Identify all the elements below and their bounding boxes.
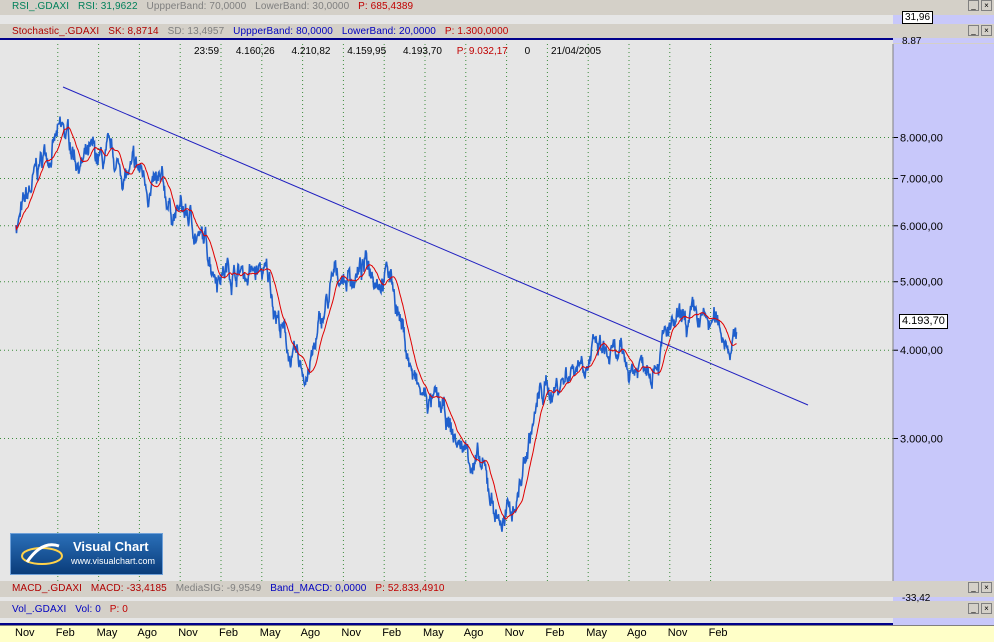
stoch-lower: LowerBand: 20,0000 <box>341 26 436 37</box>
x-tick-label: Feb <box>219 627 238 639</box>
x-tick-label: May <box>259 627 281 639</box>
x-tick-label: Ago <box>627 627 647 639</box>
vol-window-buttons: _ × <box>968 603 992 614</box>
x-tick-label: Feb <box>55 627 75 639</box>
logo-icon <box>21 543 63 565</box>
price-time: 23:59 <box>194 46 220 57</box>
macd-header: MACD_.GDAXI MACD: -33,4185 MediaSIG: -9,… <box>0 582 994 597</box>
close-icon[interactable]: × <box>981 25 992 36</box>
stoch-name[interactable]: Stochastic_.GDAXI <box>12 26 99 37</box>
minimize-icon[interactable]: _ <box>968 0 979 11</box>
stoch-sd: SD: 13,4957 <box>167 26 225 37</box>
rsi-name[interactable]: RSI_.GDAXI <box>12 1 69 12</box>
x-tick-label: Nov <box>15 627 35 639</box>
time-axis[interactable]: Nov Feb May Ago Nov Feb May Ago Nov Feb May Ago Nov F… <box>0 625 994 642</box>
macd-pane[interactable] <box>0 597 893 601</box>
price-low: 4.159,95 <box>347 46 387 57</box>
x-tick-label: May <box>586 627 607 639</box>
rsi-value: RSI: 31,9622 <box>78 1 138 12</box>
y-tick-label: 5.000,00 <box>900 277 943 289</box>
vol-scale <box>893 618 994 625</box>
close-icon[interactable]: × <box>981 0 992 11</box>
stoch-window-buttons: _ × <box>968 25 992 36</box>
macd-value: MACD: -33,4185 <box>90 583 167 594</box>
price-p: P: 9.032,17 <box>456 46 508 57</box>
price-header: 23:59 4.160,26 4.210,82 4.159,95 4.193,7… <box>194 46 601 57</box>
minimize-icon[interactable]: _ <box>968 603 979 614</box>
x-tick-label: May <box>423 627 444 639</box>
trendline <box>62 86 809 406</box>
price-chart[interactable]: 3.000,00 4.000,00 5.000,00 6.000,00 7.000,00… <box>0 44 994 581</box>
x-tick-label: Ago <box>463 627 484 639</box>
rsi-header: RSI_.GDAXI RSI: 31,9622 UppperBand: 70,0… <box>0 0 994 15</box>
moving-average-line <box>15 126 737 520</box>
x-tick-label: Feb <box>545 627 565 639</box>
visual-chart-logo: Visual Chart www.visualchart.com <box>10 533 163 575</box>
y-tick-label: 8.000,00 <box>900 133 943 145</box>
price-vol: 0 <box>524 46 531 57</box>
vol-header: Vol_.GDAXI Vol: 0 P: 0 _ × <box>0 603 994 618</box>
x-tick-label: Nov <box>504 627 525 639</box>
x-tick-label: Nov <box>341 627 361 639</box>
price-high: 4.210,82 <box>291 46 331 57</box>
rsi-lower: LowerBand: 30,0000 <box>255 1 350 12</box>
vol-name[interactable]: Vol_.GDAXI <box>12 604 66 615</box>
vol-value: Vol: 0 <box>75 604 101 615</box>
stoch-upper: UppperBand: 80,0000 <box>233 26 333 37</box>
rsi-p: P: 685,4389 <box>358 1 414 12</box>
rsi-upper: UppperBand: 70,0000 <box>146 1 247 12</box>
close-icon[interactable]: × <box>981 603 992 614</box>
stoch-sk: SK: 8,8714 <box>108 26 159 37</box>
y-tick-label: 7.000,00 <box>900 173 943 185</box>
macd-window-buttons: _ × <box>968 582 992 593</box>
minimize-icon[interactable]: _ <box>968 25 979 36</box>
price-close: 4.193,70 <box>402 46 442 57</box>
logo-url: www.visualchart.com <box>71 556 156 566</box>
macd-sig: MediaSIG: -9,9549 <box>175 583 262 594</box>
rsi-value-box: 31,96 <box>902 11 934 24</box>
rsi-window-buttons: _ × <box>968 0 992 11</box>
macd-name[interactable]: MACD_.GDAXI <box>12 583 82 594</box>
y-tick-label: 4.000,00 <box>900 345 943 357</box>
macd-band: Band_MACD: 0,0000 <box>270 583 367 594</box>
macd-p: P: 52.833,4910 <box>375 583 445 594</box>
x-tick-label: Nov <box>178 627 198 639</box>
x-tick-label: May <box>96 627 118 639</box>
close-icon[interactable]: × <box>981 582 992 593</box>
y-tick-label: 6.000,00 <box>900 221 943 233</box>
x-tick-label: Ago <box>137 627 157 639</box>
vol-p: P: 0 <box>109 604 128 615</box>
minimize-icon[interactable]: _ <box>968 582 979 593</box>
rsi-pane[interactable] <box>0 15 893 24</box>
price-open: 4.160,26 <box>235 46 275 57</box>
x-tick-label: Nov <box>667 627 688 639</box>
y-tick-label: 3.000,00 <box>900 434 943 446</box>
x-tick-label: Feb <box>708 627 728 639</box>
last-price-box: 4.193,70 <box>899 314 948 329</box>
price-date: 21/04/2005 <box>550 46 602 57</box>
x-tick-label: Ago <box>300 627 321 639</box>
stoch-p: P: 1.300,0000 <box>444 26 509 37</box>
x-tick-label: Feb <box>382 627 402 639</box>
logo-title: Visual Chart <box>73 539 149 554</box>
vol-pane[interactable] <box>0 618 893 625</box>
